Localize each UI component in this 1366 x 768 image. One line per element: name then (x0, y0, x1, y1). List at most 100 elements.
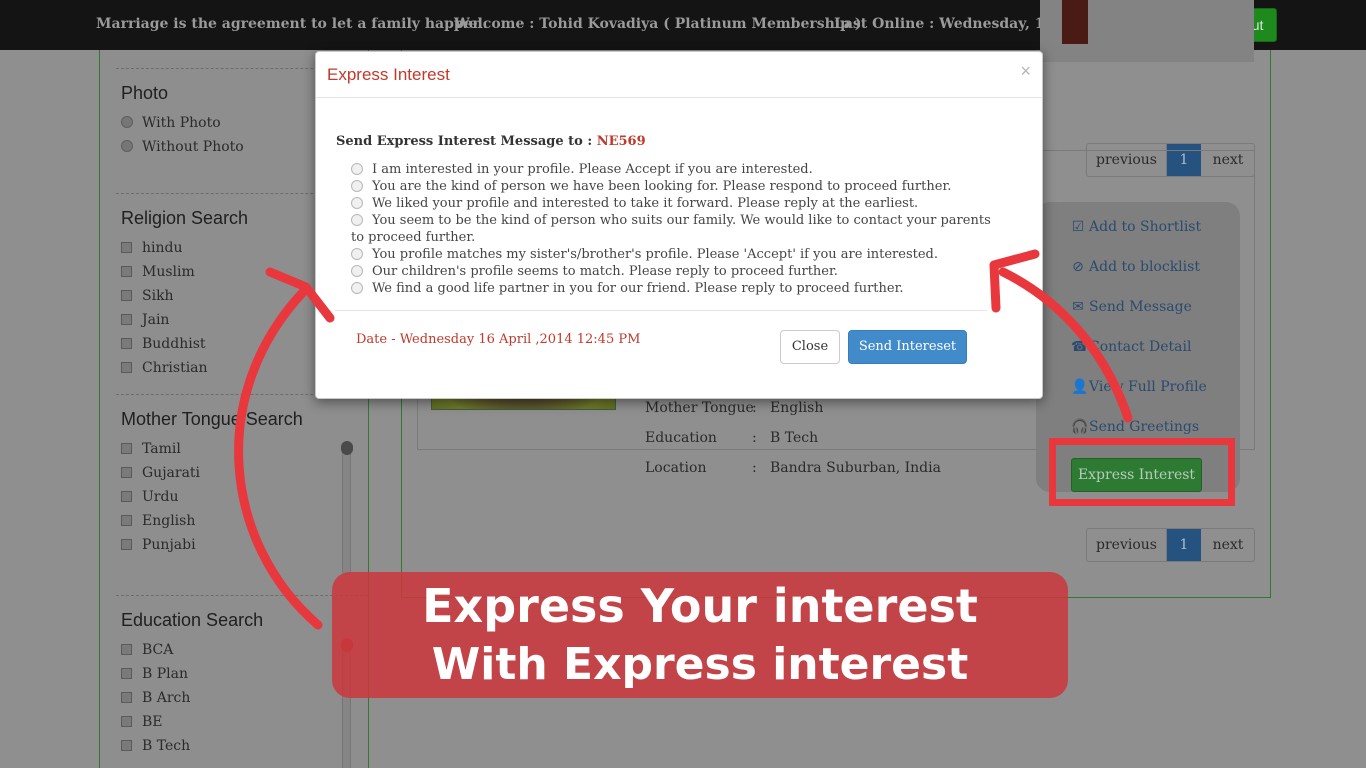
welcome-text: Welcome : Tohid Kovadiya ( Platinum Memb… (454, 16, 862, 32)
modal-footer-divider (335, 310, 987, 311)
radio-button[interactable] (351, 265, 363, 277)
envelope-icon: ✉ (1072, 299, 1084, 315)
user-icon: 👤 (1071, 379, 1089, 395)
checkbox[interactable] (121, 539, 132, 550)
checkbox[interactable] (121, 668, 132, 679)
previous-page-button[interactable]: previous (1087, 529, 1167, 561)
express-interest-modal: Express Interest × Send Express Interest… (315, 51, 1043, 399)
scrollbar-thumb[interactable] (341, 441, 353, 455)
date-text: Date - Wednesday 16 April ,2014 12:45 PM (356, 332, 641, 347)
mother-tongue-filter-title: Mother Tongue Search (121, 409, 303, 429)
checkbox[interactable] (121, 314, 132, 325)
banner-line-1: Express Your interest (422, 579, 978, 633)
mother-tongue-option[interactable]: Urdu (121, 489, 178, 505)
detail-value: Bandra Suburban, India (770, 460, 941, 476)
photo-option[interactable]: With Photo (121, 115, 221, 131)
tutorial-banner: Express Your interest With Express inter… (332, 572, 1068, 698)
checkbox[interactable] (121, 716, 132, 727)
checkbox[interactable] (121, 491, 132, 502)
add-to-blocklist-link[interactable]: ⊘ Add to blocklist (1071, 259, 1200, 275)
modal-title: Express Interest (327, 65, 450, 84)
radio-button[interactable] (351, 180, 363, 192)
religion-filter-title: Religion Search (121, 208, 249, 228)
tagline: Marriage is the agreement to let a famil… (96, 16, 488, 32)
checkbox[interactable] (121, 242, 132, 253)
religion-option[interactable]: Sikh (121, 288, 174, 304)
headphones-icon: 🎧 (1071, 419, 1089, 435)
education-option[interactable]: B Tech (121, 738, 190, 754)
religion-option[interactable]: hindu (121, 240, 183, 256)
current-page-button[interactable]: 1 (1167, 529, 1201, 561)
checkbox[interactable] (121, 467, 132, 478)
radio-button[interactable] (351, 248, 363, 260)
mother-tongue-option[interactable]: Tamil (121, 441, 181, 457)
detail-value: English (770, 400, 824, 416)
checkbox[interactable] (121, 338, 132, 349)
education-option[interactable]: BCA (121, 642, 173, 658)
detail-separator: : (752, 400, 757, 416)
send-message-link[interactable]: ✉ Send Message (1071, 299, 1192, 315)
mother-tongue-option[interactable]: English (121, 513, 195, 529)
detail-separator: : (752, 460, 757, 476)
message-option[interactable]: You seem to be the kind of person who su… (351, 212, 991, 246)
message-option[interactable]: I am interested in your profile. Please … (351, 161, 991, 178)
radio-button[interactable] (351, 282, 363, 294)
message-option[interactable]: We liked your profile and interested to … (351, 195, 991, 212)
express-interest-highlight (1049, 438, 1235, 506)
education-option[interactable]: B Arch (121, 690, 190, 706)
pagination-bottom: previous 1 next (1086, 528, 1255, 562)
view-full-profile-link[interactable]: 👤View Full Profile (1071, 379, 1207, 395)
religion-option[interactable]: Buddhist (121, 336, 206, 352)
detail-label: Education (645, 430, 717, 446)
photo-filter-title: Photo (121, 83, 169, 103)
checkbox[interactable] (121, 290, 132, 301)
religion-option[interactable]: Jain (121, 312, 169, 328)
ban-icon: ⊘ (1072, 259, 1084, 275)
education-filter: Education Search BCA B Plan B Arch BE B … (116, 595, 368, 768)
check-square-icon: ☑ (1071, 219, 1085, 235)
message-option[interactable]: You profile matches my sister's/brother'… (351, 246, 991, 263)
add-to-shortlist-link[interactable]: ☑ Add to Shortlist (1071, 219, 1201, 235)
next-page-button[interactable]: next (1201, 529, 1255, 561)
radio-button[interactable] (121, 140, 133, 152)
message-option[interactable]: You are the kind of person we have been … (351, 178, 991, 195)
detail-label: Location (645, 460, 707, 476)
checkbox[interactable] (121, 515, 132, 526)
mother-tongue-option[interactable]: Punjabi (121, 537, 196, 553)
close-button[interactable]: Close (780, 330, 840, 364)
previous-profile-photo (1062, 0, 1088, 44)
close-icon[interactable]: × (1020, 61, 1031, 82)
radio-button[interactable] (351, 197, 363, 209)
send-interest-button[interactable]: Send Intereset (848, 330, 967, 364)
checkbox[interactable] (121, 266, 132, 277)
education-option[interactable]: B Plan (121, 666, 188, 682)
mother-tongue-option[interactable]: Gujarati (121, 465, 200, 481)
radio-button[interactable] (351, 163, 363, 175)
religion-option[interactable]: Christian (121, 360, 208, 376)
checkbox[interactable] (121, 362, 132, 373)
checkbox[interactable] (121, 740, 132, 751)
detail-label: Mother Tongue (645, 400, 754, 416)
checkbox[interactable] (121, 443, 132, 454)
contact-detail-link[interactable]: ☎Contact Detail (1071, 339, 1191, 355)
photo-option[interactable]: Without Photo (121, 139, 244, 155)
mother-tongue-filter: Mother Tongue Search Tamil Gujarati Urdu… (116, 394, 368, 594)
recipient-profile-id: NE569 (596, 134, 646, 149)
religion-option[interactable]: Muslim (121, 264, 195, 280)
checkbox[interactable] (121, 692, 132, 703)
phone-icon: ☎ (1071, 339, 1089, 355)
checkbox[interactable] (121, 644, 132, 655)
radio-button[interactable] (121, 116, 133, 128)
banner-line-2: With Express interest (431, 639, 969, 690)
message-option[interactable]: Our children's profile seems to match. P… (351, 263, 991, 280)
modal-header-divider (316, 97, 1042, 98)
education-option[interactable]: BE (121, 714, 163, 730)
mother-tongue-scrollbar[interactable] (342, 445, 351, 575)
detail-value: B Tech (770, 430, 819, 446)
radio-button[interactable] (351, 214, 363, 226)
send-greetings-link[interactable]: 🎧Send Greetings (1071, 419, 1199, 435)
detail-separator: : (752, 430, 757, 446)
message-option[interactable]: We find a good life partner in you for o… (351, 280, 991, 297)
recipient-prompt: Send Express Interest Message to : NE569 (336, 134, 646, 149)
education-filter-title: Education Search (121, 610, 264, 630)
